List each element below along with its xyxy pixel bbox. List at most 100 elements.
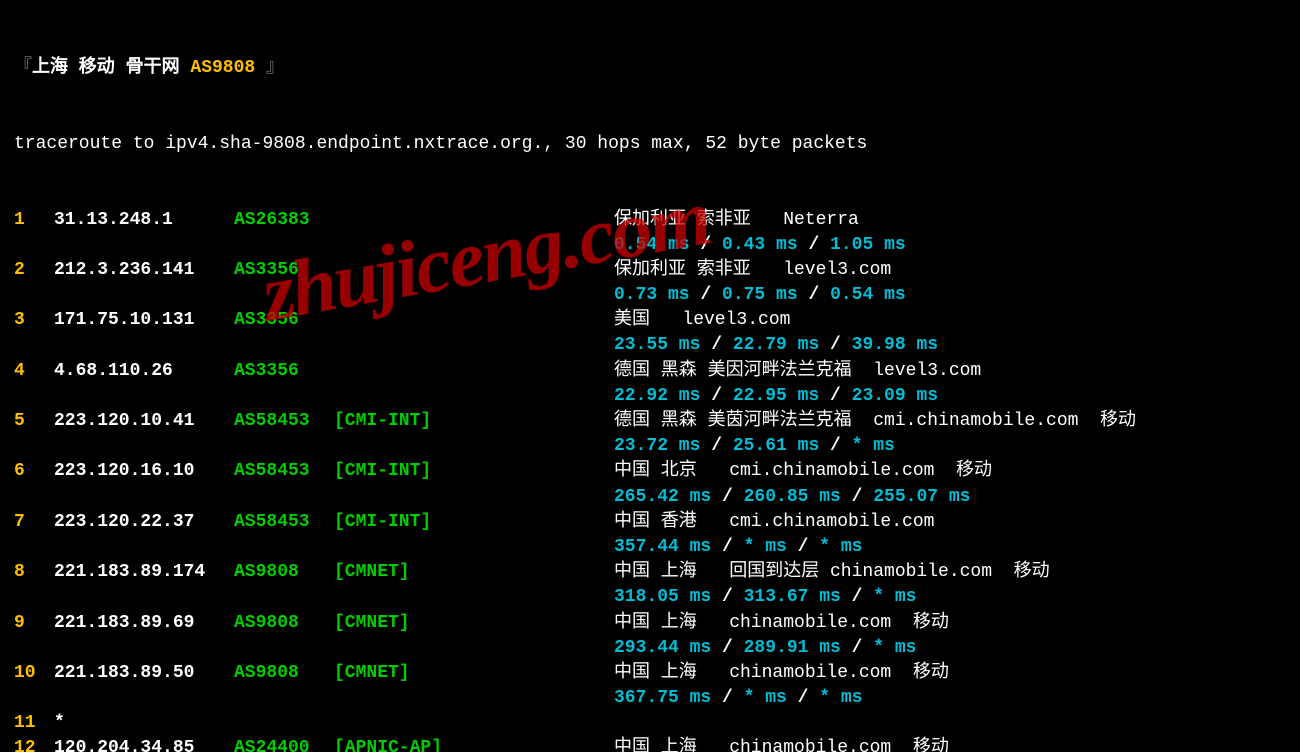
hop-tag: [APNIC-AP] [334, 736, 474, 752]
hop-location: 中国 上海 chinamobile.com 移动 [614, 661, 949, 686]
latency-value: 0.43 ms [722, 235, 798, 255]
hop-latencies: 0.73 ms / 0.75 ms / 0.54 ms [614, 283, 906, 308]
hop-asn: AS26383 [234, 208, 334, 233]
hop-location: 保加利亚 索非亚 level3.com [614, 258, 891, 283]
hop-row: 11* [14, 711, 1292, 736]
hop-number: 3 [14, 308, 54, 333]
hop-row: 2212.3.236.141AS3356 保加利亚 索非亚 level3.com [14, 258, 1292, 283]
hop-location: 中国 上海 回国到达层 chinamobile.com 移动 [614, 560, 1050, 585]
hop-row: 5223.120.10.41AS58453[CMI-INT]德国 黑森 美茵河畔… [14, 409, 1292, 434]
latency-value: 260.85 ms [744, 487, 841, 507]
header-line: 『上海 移动 骨干网 AS9808 』 [14, 56, 1292, 81]
hop-latencies: 265.42 ms / 260.85 ms / 255.07 ms [614, 485, 970, 510]
hop-ip: 221.183.89.50 [54, 661, 234, 686]
hop-row: 131.13.248.1AS26383保加利亚 索非亚 Neterra [14, 208, 1292, 233]
hop-latencies: 23.72 ms / 25.61 ms / * ms [614, 434, 895, 459]
latency-value: * ms [744, 537, 787, 557]
hop-latency-row: 293.44 ms / 289.91 ms / * ms [14, 636, 1292, 661]
hop-location: 中国 北京 cmi.chinamobile.com 移动 [614, 459, 992, 484]
hop-row: 8221.183.89.174AS9808[CMNET] 中国 上海 回国到达层 … [14, 560, 1292, 585]
latency-value: 255.07 ms [873, 487, 970, 507]
latency-value: 22.92 ms [614, 386, 700, 406]
latency-value: * ms [873, 638, 916, 658]
latency-value: 22.79 ms [733, 335, 819, 355]
hop-latency-row: 0.73 ms / 0.75 ms / 0.54 ms [14, 283, 1292, 308]
hop-asn: AS9808 [234, 560, 334, 585]
hop-asn [234, 711, 334, 736]
hop-ip: 223.120.16.10 [54, 459, 234, 484]
hop-asn: AS3356 [234, 359, 334, 384]
latency-value: 0.54 ms [614, 235, 690, 255]
hop-location: 德国 黑森 美因河畔法兰克福 level3.com [614, 359, 981, 384]
hop-latency-row: 318.05 ms / 313.67 ms / * ms [14, 585, 1292, 610]
hop-asn: AS9808 [234, 611, 334, 636]
latency-value: * ms [873, 587, 916, 607]
latency-value: * ms [819, 688, 862, 708]
hop-latencies: 293.44 ms / 289.91 ms / * ms [614, 636, 916, 661]
hop-number: 5 [14, 409, 54, 434]
hop-row: 9221.183.89.69AS9808[CMNET]中国 上海 chinamo… [14, 611, 1292, 636]
hop-ip: 223.120.22.37 [54, 510, 234, 535]
header-close: 』 [266, 56, 284, 81]
hop-tag: [CMNET] [334, 560, 474, 585]
hop-row: 3171.75.10.131AS3356美国 level3.com [14, 308, 1292, 333]
hop-ip: 212.3.236.141 [54, 258, 234, 283]
hop-latencies: 22.92 ms / 22.95 ms / 23.09 ms [614, 384, 938, 409]
hop-latencies: 318.05 ms / 313.67 ms / * ms [614, 585, 916, 610]
command-line: traceroute to ipv4.sha-9808.endpoint.nxt… [14, 132, 1292, 157]
latency-value: 265.42 ms [614, 487, 711, 507]
hop-tag [334, 711, 474, 736]
hop-latencies: 0.54 ms / 0.43 ms / 1.05 ms [614, 233, 906, 258]
latency-value: 313.67 ms [744, 587, 841, 607]
hop-asn: AS58453 [234, 510, 334, 535]
hop-location: 中国 上海 chinamobile.com 移动 [614, 611, 949, 636]
hop-ip: * [54, 711, 234, 736]
hop-tag [334, 258, 474, 283]
hop-asn: AS3356 [234, 258, 334, 283]
hop-asn: AS24400 [234, 736, 334, 752]
hop-latency-row: 23.55 ms / 22.79 ms / 39.98 ms [14, 333, 1292, 358]
latency-value: 0.73 ms [614, 285, 690, 305]
terminal-output: 『上海 移动 骨干网 AS9808 』 traceroute to ipv4.s… [0, 0, 1300, 752]
latency-value: 23.09 ms [852, 386, 938, 406]
hop-ip: 31.13.248.1 [54, 208, 234, 233]
hops-container: 131.13.248.1AS26383保加利亚 索非亚 Neterra0.54 … [14, 208, 1292, 752]
hop-latencies: 23.55 ms / 22.79 ms / 39.98 ms [614, 333, 938, 358]
hop-latency-row: 0.54 ms / 0.43 ms / 1.05 ms [14, 233, 1292, 258]
hop-row: 12120.204.34.85AS24400[APNIC-AP]中国 上海 ch… [14, 736, 1292, 752]
hop-ip: 221.183.89.174 [54, 560, 234, 585]
hop-number: 6 [14, 459, 54, 484]
hop-number: 8 [14, 560, 54, 585]
hop-tag: [CMNET] [334, 661, 474, 686]
latency-value: 0.75 ms [722, 285, 798, 305]
latency-value: 367.75 ms [614, 688, 711, 708]
hop-number: 4 [14, 359, 54, 384]
hop-latency-row: 22.92 ms / 22.95 ms / 23.09 ms [14, 384, 1292, 409]
hop-tag [334, 359, 474, 384]
hop-ip: 4.68.110.26 [54, 359, 234, 384]
latency-value: * ms [819, 537, 862, 557]
hop-number: 7 [14, 510, 54, 535]
hop-number: 9 [14, 611, 54, 636]
hop-latencies: 357.44 ms / * ms / * ms [614, 535, 862, 560]
hop-number: 12 [14, 736, 54, 752]
latency-value: 22.95 ms [733, 386, 819, 406]
hop-number: 10 [14, 661, 54, 686]
hop-asn: AS58453 [234, 409, 334, 434]
latency-value: 0.54 ms [830, 285, 906, 305]
hop-asn: AS58453 [234, 459, 334, 484]
hop-tag [334, 308, 474, 333]
latency-value: 293.44 ms [614, 638, 711, 658]
latency-value: 318.05 ms [614, 587, 711, 607]
hop-number: 2 [14, 258, 54, 283]
hop-tag [334, 208, 474, 233]
hop-number: 11 [14, 711, 54, 736]
hop-tag: [CMI-INT] [334, 409, 474, 434]
hop-row: 10221.183.89.50AS9808[CMNET]中国 上海 chinam… [14, 661, 1292, 686]
latency-value: * ms [852, 436, 895, 456]
hop-location: 中国 上海 chinamobile.com 移动 [614, 736, 949, 752]
hop-latency-row: 23.72 ms / 25.61 ms / * ms [14, 434, 1292, 459]
hop-location: 中国 香港 cmi.chinamobile.com [614, 510, 934, 535]
latency-value: 357.44 ms [614, 537, 711, 557]
hop-latencies: 367.75 ms / * ms / * ms [614, 686, 862, 711]
